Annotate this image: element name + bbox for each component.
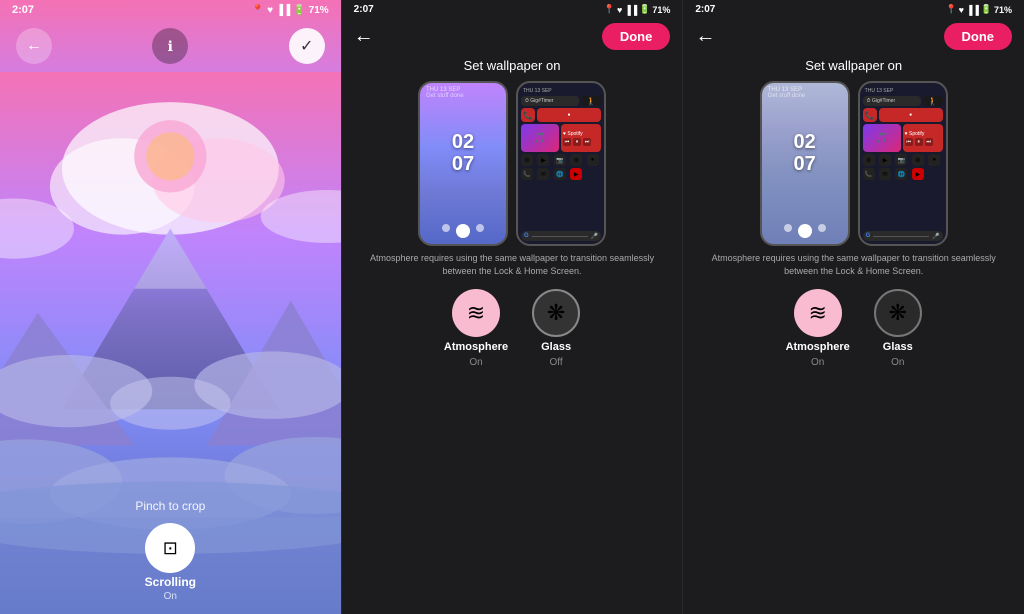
status-bar-panel2: 2:07 📍♥▐▐🔋71% (342, 0, 683, 19)
panel-set-wallpaper-1: 2:07 📍♥▐▐🔋71% ← Done Set wallpaper on TH… (341, 0, 683, 614)
lock-date: THU 13 SEP Get stuff done (420, 83, 506, 103)
atmosphere-sublabel-panel2: On (469, 357, 482, 368)
home-widgets: THU 13 SEP ⏱ Gig#Timer 🚶 📞 ● 🎵 ♥ Spotify (518, 83, 604, 185)
scroll-label: Scrolling (145, 575, 196, 589)
atmosphere-notice-panel3: Atmosphere requires using the same wallp… (683, 252, 1024, 283)
bottom-controls: Pinch to crop ⊡ Scrolling On (0, 491, 341, 614)
glass-icon-panel3[interactable]: ❋ (874, 289, 922, 337)
status-bar-panel3: 2:07 📍♥▐▐🔋71% (683, 0, 1024, 19)
options-panel3: ≋ Atmosphere On ❋ Glass On (683, 283, 1024, 376)
glass-option-panel2[interactable]: ❋ Glass Off (532, 289, 580, 368)
glass-option-panel3[interactable]: ❋ Glass On (874, 289, 922, 368)
phones-preview-panel2: THU 13 SEP Get stuff done 0207 THU 13 SE… (342, 81, 683, 246)
glass-label-panel3: Glass (883, 341, 913, 353)
lock-bottom-icons (420, 224, 506, 238)
panel-wallpaper-preview: 2:07 📍 ♥ ▐▐ 🔋 71% ← ℹ ✓ (0, 0, 341, 614)
time-panel3: 2:07 (695, 4, 715, 15)
set-wallpaper-title-panel2: Set wallpaper on (342, 58, 683, 73)
lock-screen-mock-panel2: THU 13 SEP Get stuff done 0207 (418, 81, 508, 246)
options-panel2: ≋ Atmosphere On ❋ Glass Off (342, 283, 683, 376)
back-button-panel3[interactable]: ← (695, 25, 715, 48)
time-panel1: 2:07 (12, 4, 34, 16)
info-button[interactable]: ℹ (152, 28, 188, 64)
home-screen-mock-panel3: THU 13 SEP ⏱ Gig#Timer 🚶 📞 ● 🎵 ♥ Spotify (858, 81, 948, 246)
top-bar-panel2: ← Done (342, 19, 683, 58)
lock-time: 0207 (420, 103, 506, 175)
atmosphere-sublabel-panel3: On (811, 357, 824, 368)
done-button-panel2[interactable]: Done (602, 23, 671, 50)
scroll-option[interactable]: ⊡ Scrolling On (145, 523, 196, 602)
lock-bottom-icons-panel3 (762, 224, 848, 238)
atmosphere-notice-panel2: Atmosphere requires using the same wallp… (342, 252, 683, 283)
phones-preview-panel3: THU 13 SEP Get stuff done 0207 THU 13 SE… (683, 81, 1024, 246)
search-bar-home: G 🎤 (521, 231, 601, 241)
panel-set-wallpaper-2: 2:07 📍♥▐▐🔋71% ← Done Set wallpaper on TH… (682, 0, 1024, 614)
atmosphere-label-panel2: Atmosphere (444, 341, 508, 353)
status-icons-panel3: 📍♥▐▐🔋71% (945, 4, 1012, 15)
home-screen-mock-panel2: THU 13 SEP ⏱ Gig#Timer 🚶 📞 ● 🎵 ♥ Spotify (516, 81, 606, 246)
status-icons-panel1: 📍 ♥ ▐▐ 🔋 71% (252, 5, 329, 16)
top-bar-panel3: ← Done (683, 19, 1024, 58)
lock-date-panel3: THU 13 SEP Get stuff done (762, 83, 848, 103)
glass-sublabel-panel3: On (891, 357, 904, 368)
atmosphere-icon-panel3[interactable]: ≋ (794, 289, 842, 337)
set-wallpaper-title-panel3: Set wallpaper on (683, 58, 1024, 73)
pinch-label: Pinch to crop (135, 499, 205, 513)
glass-label-panel2: Glass (541, 341, 571, 353)
confirm-button[interactable]: ✓ (289, 28, 325, 64)
atmosphere-option-panel3[interactable]: ≋ Atmosphere On (786, 289, 850, 368)
scroll-sublabel: On (164, 591, 177, 602)
done-button-panel3[interactable]: Done (944, 23, 1013, 50)
lock-time-panel3: 0207 (762, 103, 848, 175)
glass-sublabel-panel2: Off (550, 357, 563, 368)
glass-icon-panel2[interactable]: ❋ (532, 289, 580, 337)
status-icons-panel2: 📍♥▐▐🔋71% (604, 4, 671, 15)
home-widgets-panel3: THU 13 SEP ⏱ Gig#Timer 🚶 📞 ● 🎵 ♥ Spotify (860, 83, 946, 185)
search-bar-home-panel3: G 🎤 (863, 231, 943, 241)
top-bar-panel1: ← ℹ ✓ (0, 20, 341, 72)
scroll-icon-btn[interactable]: ⊡ (145, 523, 195, 573)
back-button-panel2[interactable]: ← (354, 25, 374, 48)
back-button-panel1[interactable]: ← (16, 28, 52, 64)
time-panel2: 2:07 (354, 4, 374, 15)
lock-screen-mock-panel3: THU 13 SEP Get stuff done 0207 (760, 81, 850, 246)
atmosphere-label-panel3: Atmosphere (786, 341, 850, 353)
atmosphere-option-panel2[interactable]: ≋ Atmosphere On (444, 289, 508, 368)
status-bar-panel1: 2:07 📍 ♥ ▐▐ 🔋 71% (0, 0, 341, 20)
atmosphere-icon-panel2[interactable]: ≋ (452, 289, 500, 337)
